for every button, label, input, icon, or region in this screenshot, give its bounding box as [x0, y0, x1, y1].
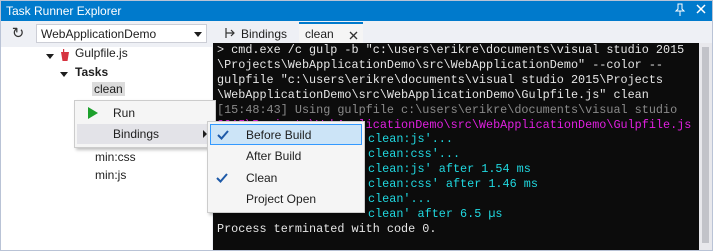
tab-strip: Bindings clean — [213, 21, 712, 45]
tab-bindings[interactable]: Bindings — [221, 24, 303, 43]
bindings-icon — [224, 27, 236, 42]
console-line: gulpfile "c:\users\erikre\documents\visu… — [217, 72, 663, 87]
submenu-item-clean[interactable]: Clean — [210, 168, 362, 188]
refresh-icon[interactable]: ↻ — [9, 25, 27, 43]
close-icon[interactable] — [349, 29, 358, 43]
tasks-node[interactable]: Tasks — [75, 65, 108, 79]
submenu-item-label: Before Build — [246, 128, 312, 142]
console-line: [15:48:43] Using gulpfile c:\users\erikr… — [217, 102, 678, 117]
menu-item-run[interactable]: Run — [77, 103, 213, 123]
task-min-css[interactable]: min:css — [95, 150, 136, 164]
play-icon — [87, 106, 99, 123]
pin-icon[interactable] — [672, 3, 688, 19]
tab-clean[interactable]: clean — [299, 22, 363, 45]
submenu-item-before-build[interactable]: Before Build — [210, 124, 362, 145]
console-line: \Projects\WebApplicationDemo\src\WebAppl… — [217, 57, 663, 72]
title-bar[interactable]: Task Runner Explorer — [1, 1, 712, 21]
checkmark-icon — [214, 170, 230, 186]
expand-icon[interactable] — [46, 54, 54, 59]
menu-item-bindings-label: Bindings — [113, 127, 160, 141]
checkmark-icon — [215, 127, 231, 143]
toolbar: ↻ WebApplicationDemo — [1, 21, 212, 47]
context-menu: Run Bindings — [74, 100, 216, 148]
scrollbar-thumb[interactable] — [702, 47, 709, 243]
task-tree: Gulpfile.js Tasks clean min:css min:js — [1, 46, 212, 250]
gulpfile-node[interactable]: Gulpfile.js — [75, 46, 128, 60]
tab-bindings-label: Bindings — [241, 27, 288, 41]
bindings-submenu: Before Build After Build Clean Project O… — [207, 121, 365, 213]
submenu-item-after-build[interactable]: After Build — [210, 146, 362, 166]
task-clean[interactable]: clean — [92, 82, 125, 96]
chevron-down-icon — [194, 32, 202, 37]
submenu-item-label: After Build — [246, 149, 302, 163]
submenu-item-label: Project Open — [246, 192, 317, 206]
project-select[interactable]: WebApplicationDemo — [36, 24, 207, 43]
close-icon[interactable] — [693, 3, 709, 19]
menu-item-run-label: Run — [113, 106, 136, 120]
menu-item-bindings[interactable]: Bindings — [77, 124, 213, 144]
gulp-icon — [60, 49, 70, 61]
console-line: Process terminated with code 0. — [217, 221, 437, 236]
task-min-js[interactable]: min:js — [95, 168, 126, 182]
submenu-item-project-open[interactable]: Project Open — [210, 189, 362, 209]
console-line: > cmd.exe /c gulp -b "c:\users\erikre\do… — [217, 43, 685, 57]
tab-clean-label: clean — [305, 27, 334, 41]
window-title: Task Runner Explorer — [6, 4, 122, 18]
task-runner-window: Task Runner Explorer ↻ WebApplicationDem… — [0, 0, 713, 251]
project-select-value: WebApplicationDemo — [41, 27, 157, 41]
expand-icon[interactable] — [60, 72, 68, 77]
submenu-item-label: Clean — [246, 171, 278, 185]
vertical-scrollbar[interactable] — [699, 43, 712, 250]
console-line: \WebApplicationDemo\src\WebApplicationDe… — [217, 87, 649, 102]
